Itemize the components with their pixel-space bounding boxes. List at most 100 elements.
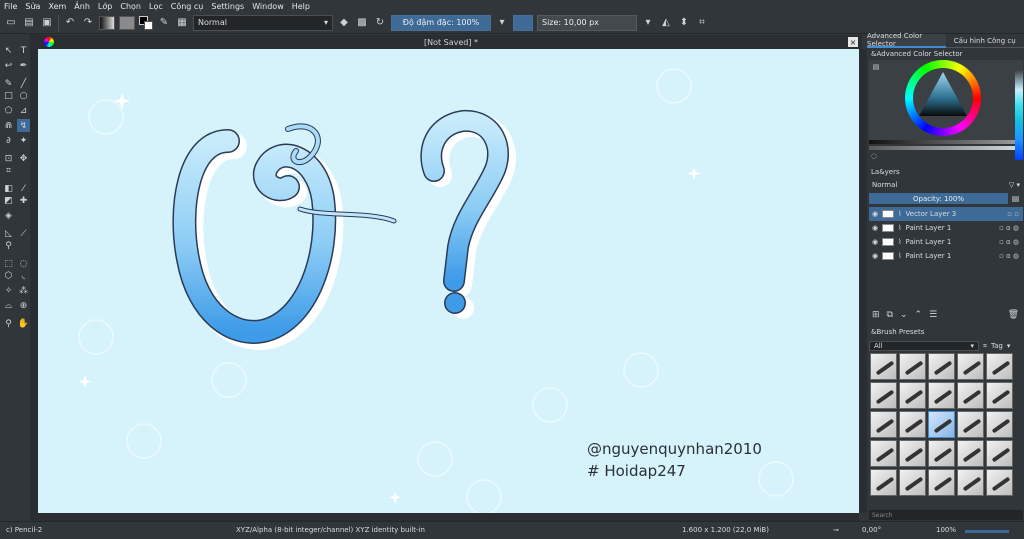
freehand-select-icon[interactable]: ◟ (17, 269, 30, 282)
brush-preset[interactable] (870, 382, 897, 409)
menu-tools[interactable]: Công cụ (171, 2, 204, 11)
reload-preset-icon[interactable]: ↻ (373, 16, 387, 30)
brush-preset[interactable] (899, 411, 926, 438)
brush-editor-icon[interactable]: ✎ (157, 16, 171, 30)
menu-edit[interactable]: Sửa (25, 2, 40, 11)
color-reset-icon[interactable]: ◌ (870, 152, 878, 160)
polyline-tool-icon[interactable]: ⊿ (17, 104, 30, 117)
similar-select-icon[interactable]: ⁂ (17, 284, 30, 297)
menu-help[interactable]: Help (292, 2, 310, 11)
wrap-around-icon[interactable]: ⌗ (695, 16, 709, 30)
chevron-down-icon[interactable]: ▾ (495, 16, 509, 30)
brush-preset[interactable] (870, 353, 897, 380)
brush-preset[interactable] (986, 382, 1013, 409)
magnetic-select-icon[interactable]: ⊕ (17, 299, 30, 312)
color-selector[interactable]: ▤ (869, 60, 1015, 140)
layer-opacity-slider[interactable]: Opacity: 100% (869, 193, 1008, 204)
brush-preset[interactable] (899, 469, 926, 496)
layer-controls[interactable]: ▫ ▫ (1007, 210, 1019, 218)
polygon-select-icon[interactable]: ⬡ (2, 269, 15, 282)
brush-preset[interactable] (957, 353, 984, 380)
layer-row[interactable]: ◉ ⌇ Paint Layer 1 ▫ α ◍ (869, 235, 1023, 249)
layer-thumbnail-toggle-icon[interactable]: ▤ (1010, 193, 1021, 204)
contiguous-select-icon[interactable]: ✧ (2, 284, 15, 297)
layers-blend-select[interactable]: Normal (872, 181, 897, 189)
eye-icon[interactable]: ◉ (872, 238, 878, 246)
menu-file[interactable]: File (4, 2, 17, 11)
brush-preset[interactable] (899, 440, 926, 467)
menu-settings[interactable]: Settings (211, 2, 244, 11)
mirror-horizontal-icon[interactable]: ◭ (659, 16, 673, 30)
new-document-icon[interactable]: ▭ (4, 16, 18, 30)
filter-icon[interactable]: ▽ ▾ (1009, 181, 1020, 189)
open-folder-icon[interactable]: ▤ (22, 16, 36, 30)
rotate-canvas-icon[interactable]: ⊸ (833, 526, 839, 534)
menu-select[interactable]: Chọn (120, 2, 141, 11)
color-history-strip[interactable] (1015, 60, 1023, 160)
flow-slider[interactable] (513, 14, 533, 31)
gray-bar[interactable] (869, 146, 1015, 150)
brush-preset-selected[interactable] (928, 411, 955, 438)
brush-tag-label[interactable]: Tag (991, 342, 1003, 350)
brush-preset[interactable] (986, 353, 1013, 380)
add-layer-icon[interactable]: ⊞ (872, 310, 880, 320)
tag-icon[interactable]: ⌗ (983, 342, 987, 351)
bezier-select-icon[interactable]: ⌓ (2, 299, 15, 312)
brush-preset[interactable] (957, 440, 984, 467)
ellipse-tool-icon[interactable]: ○ (17, 89, 30, 102)
brush-filter-select[interactable]: All ▾ (869, 341, 979, 351)
layer-row[interactable]: ◉ ⌇ Paint Layer 1 ▫ α ◍ (869, 249, 1023, 263)
layer-name[interactable]: Vector Layer 3 (906, 210, 957, 218)
layer-controls[interactable]: ▫ α ◍ (999, 224, 1019, 232)
opacity-slider[interactable]: Độ đậm đặc: 100% (391, 14, 491, 31)
pan-tool-icon[interactable]: ✋ (17, 317, 30, 330)
brush-preset[interactable] (928, 440, 955, 467)
mirror-vertical-icon[interactable]: ⬍ (677, 16, 691, 30)
freehand-path-icon[interactable]: ↯ (17, 119, 30, 132)
menu-image[interactable]: Ảnh (74, 2, 90, 11)
drawing-canvas[interactable]: @nguyenquynhan2010 # Hoidap247 (38, 49, 859, 513)
brush-preset[interactable] (986, 411, 1013, 438)
eye-icon[interactable]: ◉ (872, 224, 878, 232)
brush-preset[interactable] (870, 440, 897, 467)
multibrush-icon[interactable]: ✦ (17, 134, 30, 147)
zoom-slider[interactable] (965, 530, 1009, 533)
size-slider[interactable]: Size: 10,00 px (537, 14, 637, 31)
polygon-tool-icon[interactable]: ⬠ (2, 104, 15, 117)
delete-layer-icon[interactable]: 🗑 (1008, 310, 1019, 320)
brush-preset[interactable] (928, 353, 955, 380)
brush-preset[interactable] (899, 353, 926, 380)
canvas-vertical-scrollbar[interactable] (859, 49, 867, 513)
layer-properties-icon[interactable]: ☰ (929, 310, 937, 320)
tab-tool-options[interactable]: Cấu hình Công cụ (945, 34, 1024, 48)
fill-tool-icon[interactable]: ◈ (2, 209, 15, 222)
pattern-swatch[interactable] (119, 15, 135, 30)
brush-preset[interactable] (957, 411, 984, 438)
edit-shapes-icon[interactable]: ↩ (2, 59, 15, 72)
text-tool-icon[interactable]: T (17, 44, 30, 57)
close-icon[interactable]: × (848, 37, 858, 47)
foreground-background-color[interactable] (139, 15, 153, 30)
save-icon[interactable]: ▣ (40, 16, 54, 30)
menu-layer[interactable]: Lớp (98, 2, 112, 11)
menu-window[interactable]: Window (252, 2, 284, 11)
layer-row[interactable]: ◉ ⌇ Vector Layer 3 ▫ ▫ (869, 207, 1023, 221)
brush-preset[interactable] (957, 382, 984, 409)
calligraphy-icon[interactable]: ✒ (17, 59, 30, 72)
dynamic-brush-icon[interactable]: ∂ (2, 134, 15, 147)
duplicate-layer-icon[interactable]: ⧉ (887, 310, 893, 320)
brush-preset[interactable] (986, 440, 1013, 467)
menu-view[interactable]: Xem (48, 2, 66, 11)
brush-preset[interactable] (928, 382, 955, 409)
rectangle-tool-icon[interactable]: □ (2, 89, 15, 102)
chevron-down-icon[interactable]: ▾ (1007, 342, 1011, 350)
background-color-swatch[interactable] (144, 20, 153, 30)
brush-preset[interactable] (899, 382, 926, 409)
move-layer-up-icon[interactable]: ⌃ (915, 310, 923, 320)
tab-advanced-color-selector[interactable]: Advanced Color Selector (867, 32, 946, 48)
brush-preset[interactable] (928, 469, 955, 496)
canvas-horizontal-scrollbar[interactable] (38, 513, 859, 521)
lightness-bar[interactable] (869, 140, 1015, 144)
colorize-mask-icon[interactable]: ◩ (2, 194, 15, 207)
brush-preset[interactable] (870, 411, 897, 438)
